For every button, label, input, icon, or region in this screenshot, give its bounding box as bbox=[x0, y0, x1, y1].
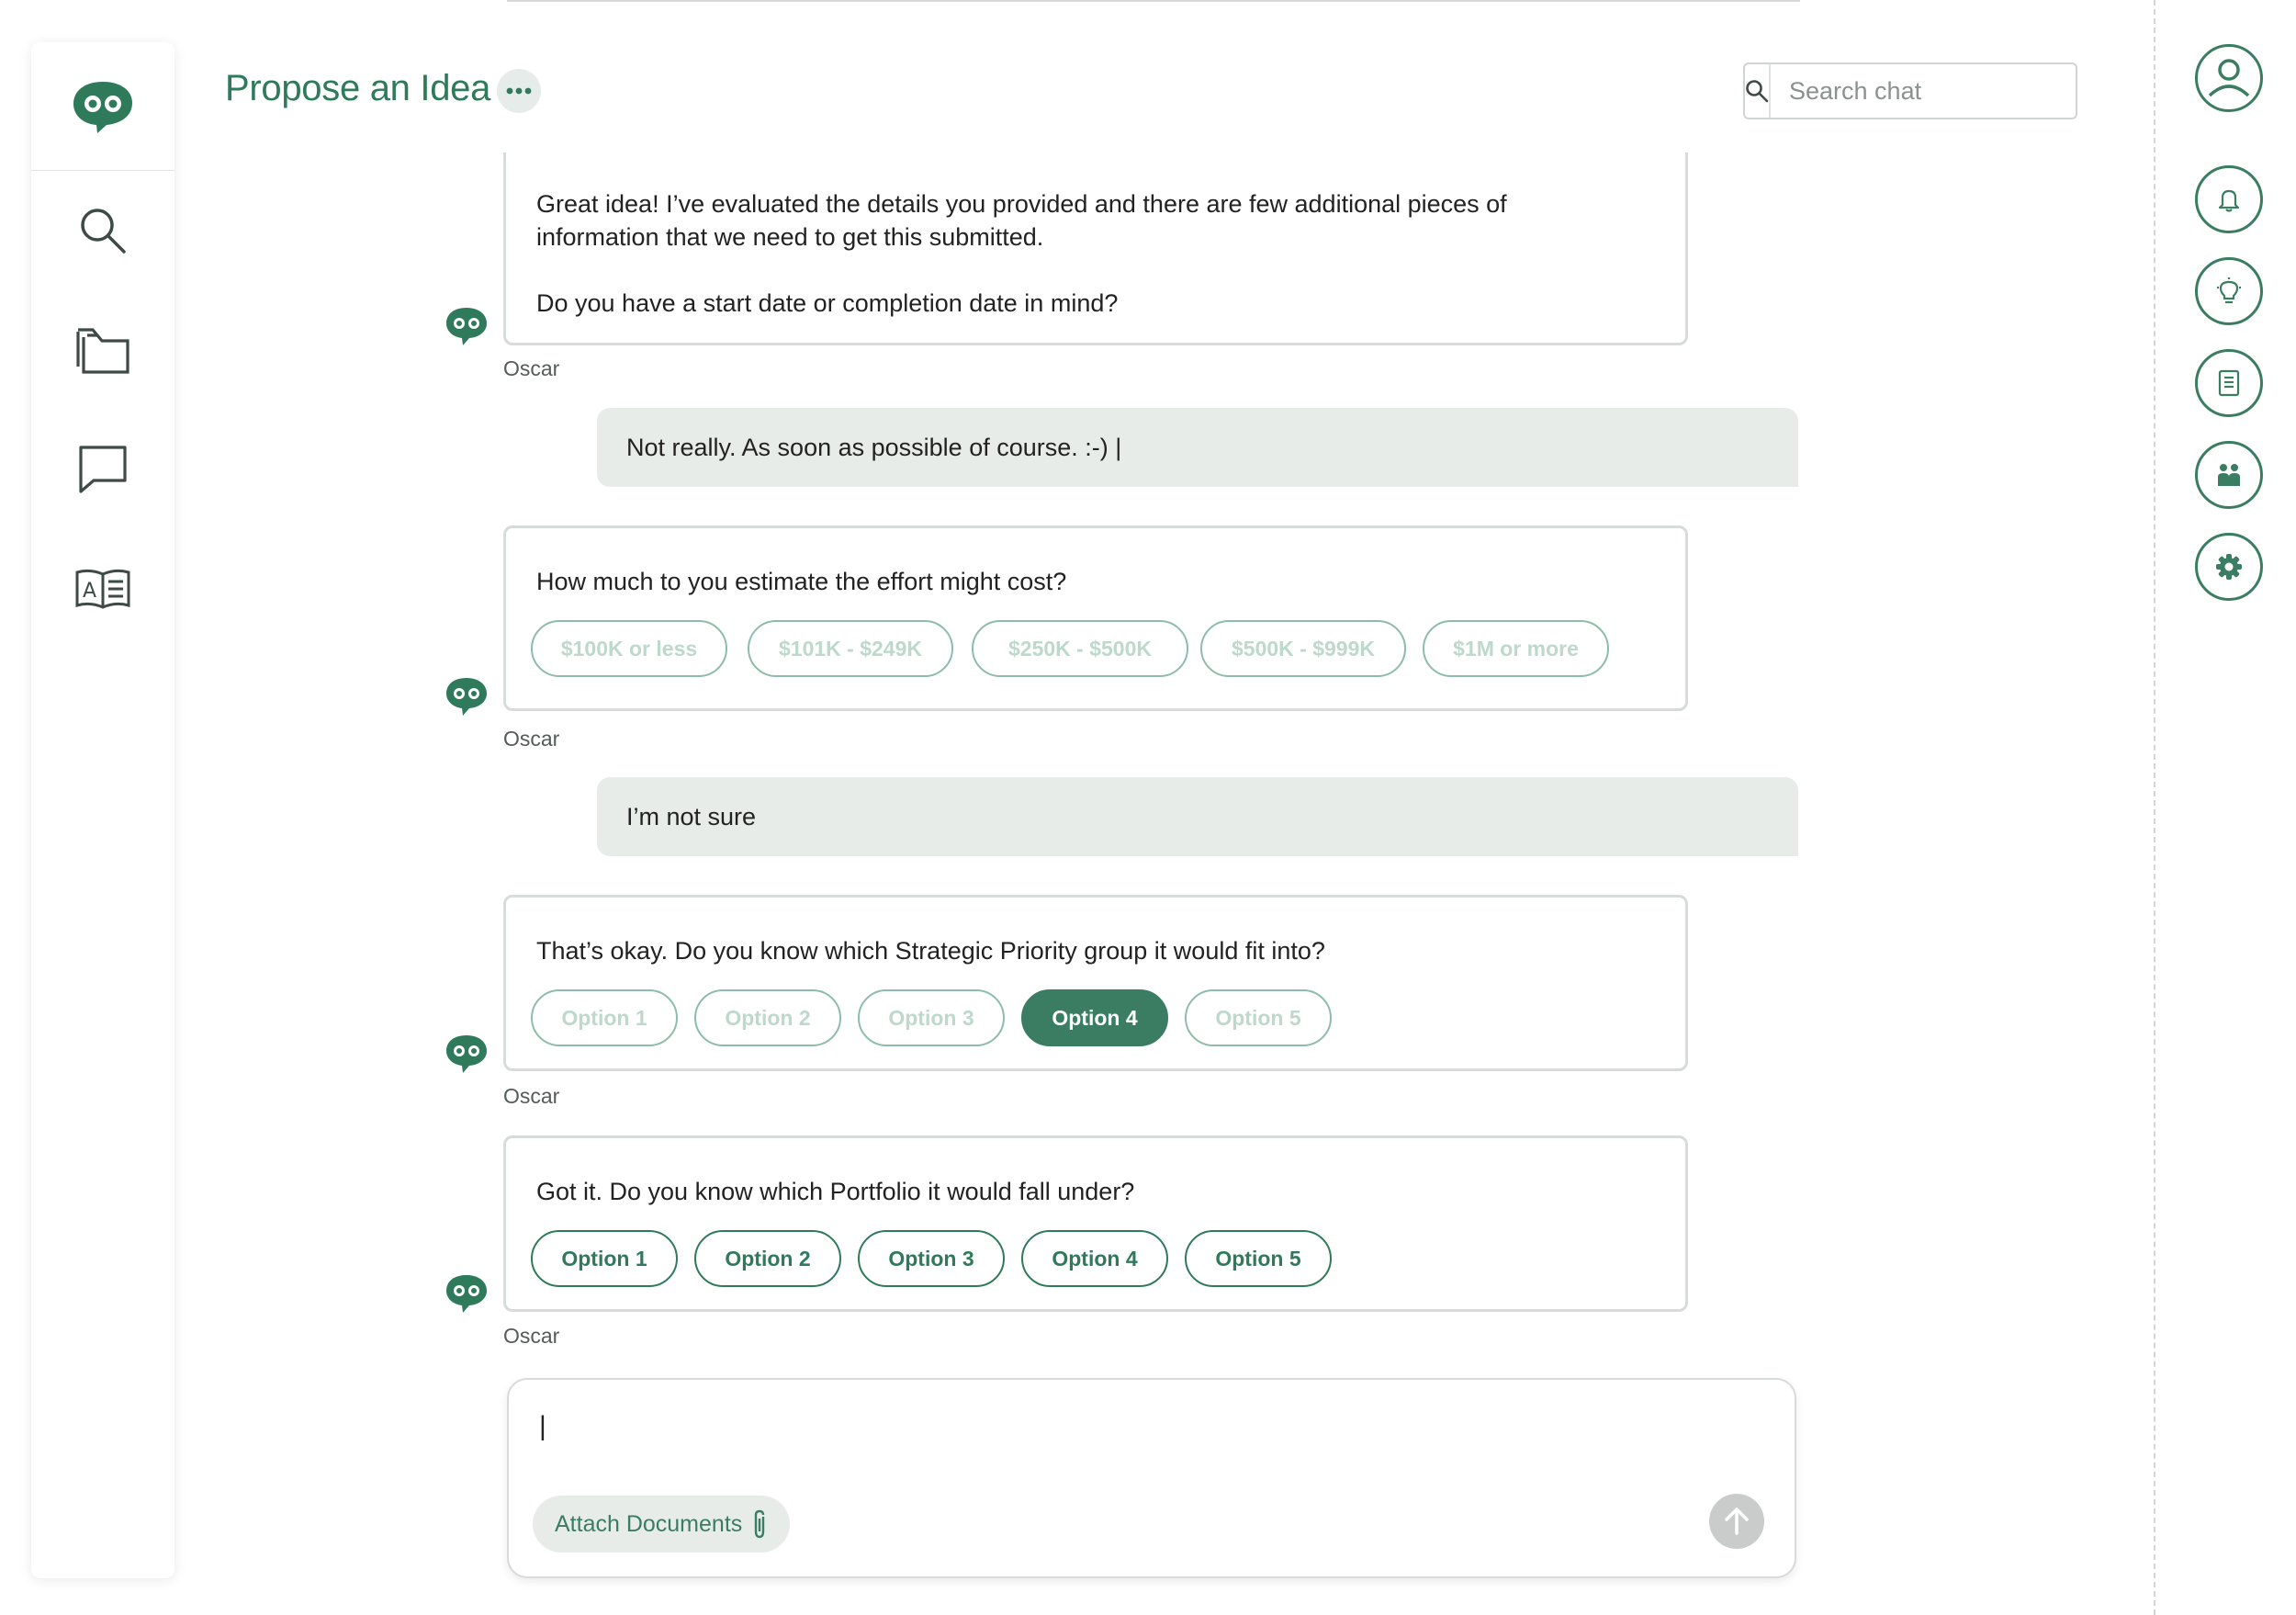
svg-text:A: A bbox=[83, 580, 96, 603]
documents-button[interactable] bbox=[2195, 349, 2263, 417]
cost-option-chip[interactable]: $500K - $999K bbox=[1200, 620, 1406, 677]
bot-message-card: That’s okay. Do you know which Strategic… bbox=[503, 895, 1688, 1071]
search-icon bbox=[81, 209, 126, 254]
strategic-priority-option-chip[interactable]: Option 3 bbox=[858, 989, 1005, 1046]
bell-icon bbox=[2218, 189, 2240, 212]
cost-option-chip[interactable]: $100K or less bbox=[531, 620, 727, 677]
bot-message-text: That’s okay. Do you know which Strategic… bbox=[536, 937, 1325, 965]
attach-documents-button[interactable]: Attach Documents bbox=[533, 1496, 791, 1553]
arrow-up-icon bbox=[1725, 1508, 1749, 1535]
user-message-bubble: I’m not sure bbox=[597, 777, 1798, 856]
portfolio-option-chip[interactable]: Option 2 bbox=[694, 1230, 841, 1287]
more-options-button[interactable] bbox=[497, 69, 541, 113]
cost-option-chip[interactable]: $101K - $249K bbox=[748, 620, 953, 677]
document-icon bbox=[2218, 369, 2240, 397]
lightbulb-icon bbox=[2217, 277, 2241, 304]
bot-message-card: Great idea! I’ve evaluated the details y… bbox=[503, 152, 1688, 345]
bot-avatar-icon bbox=[446, 1035, 487, 1073]
folder-icon bbox=[76, 328, 129, 374]
profile-button[interactable] bbox=[2195, 44, 2263, 112]
bot-avatar-icon bbox=[446, 308, 487, 345]
sender-name: Oscar bbox=[503, 1324, 560, 1348]
attach-documents-label: Attach Documents bbox=[555, 1510, 743, 1537]
nav-folders[interactable] bbox=[31, 290, 174, 410]
portfolio-option-chip[interactable]: Option 3 bbox=[858, 1230, 1005, 1287]
bot-avatar-icon bbox=[446, 678, 487, 716]
right-rail-divider bbox=[2154, 0, 2155, 1615]
gear-icon bbox=[2216, 554, 2242, 580]
sender-name: Oscar bbox=[503, 356, 560, 380]
bot-message-text: How much to you estimate the effort migh… bbox=[536, 568, 1067, 595]
cost-option-chip[interactable]: $1M or more bbox=[1423, 620, 1609, 677]
message-icon bbox=[79, 446, 127, 493]
paperclip-icon bbox=[755, 1509, 765, 1539]
send-button[interactable] bbox=[1709, 1494, 1764, 1549]
sender-name: Oscar bbox=[503, 1084, 560, 1108]
search-chat-input[interactable] bbox=[1771, 64, 2114, 118]
user-profile-icon bbox=[2208, 59, 2250, 97]
ellipsis-icon bbox=[506, 87, 532, 95]
people-icon bbox=[2218, 464, 2240, 486]
ideas-button[interactable] bbox=[2195, 257, 2263, 325]
bot-avatar-icon bbox=[446, 1275, 487, 1313]
bot-message-text: Got it. Do you know which Portfolio it w… bbox=[536, 1178, 1135, 1205]
strategic-priority-option-chip-selected[interactable]: Option 4 bbox=[1021, 989, 1168, 1046]
search-chat-box bbox=[1743, 62, 2114, 119]
bot-message-text: Great idea! I’ve evaluated the details y… bbox=[536, 190, 1507, 218]
strategic-priority-option-chip[interactable]: Option 5 bbox=[1185, 989, 1332, 1046]
user-message-bubble: Not really. As soon as possible of cours… bbox=[597, 408, 1798, 487]
app-logo[interactable] bbox=[31, 42, 174, 171]
nav-search[interactable] bbox=[31, 171, 174, 290]
bot-message-text: Do you have a start date or completion d… bbox=[536, 289, 1119, 317]
portfolio-option-chip[interactable]: Option 5 bbox=[1185, 1230, 1332, 1287]
strategic-priority-option-chip[interactable]: Option 2 bbox=[694, 989, 841, 1046]
top-divider bbox=[507, 0, 1800, 2]
portfolio-option-chip[interactable]: Option 1 bbox=[531, 1230, 678, 1287]
search-icon bbox=[1745, 64, 1771, 118]
bot-message-text: information that we need to get this sub… bbox=[536, 223, 1044, 251]
bot-message-card: How much to you estimate the effort migh… bbox=[503, 525, 1688, 711]
settings-button[interactable] bbox=[2195, 533, 2263, 601]
left-navigation: A bbox=[31, 42, 174, 1578]
message-composer[interactable]: | Attach Documents bbox=[507, 1378, 1796, 1578]
chat-logo-icon bbox=[73, 81, 132, 133]
page-title: Propose an Idea bbox=[225, 68, 491, 108]
composer-text-input[interactable]: | bbox=[539, 1411, 546, 1442]
notifications-button[interactable] bbox=[2195, 165, 2263, 233]
nav-knowledge-base[interactable]: A bbox=[31, 529, 174, 649]
portfolio-option-chip[interactable]: Option 4 bbox=[1021, 1230, 1168, 1287]
book-icon: A bbox=[75, 569, 130, 609]
people-button[interactable] bbox=[2195, 441, 2263, 509]
sender-name: Oscar bbox=[503, 727, 560, 751]
strategic-priority-option-chip[interactable]: Option 1 bbox=[531, 989, 678, 1046]
nav-messages[interactable] bbox=[31, 410, 174, 529]
cost-option-chip[interactable]: $250K - $500K bbox=[972, 620, 1188, 677]
bot-message-card: Got it. Do you know which Portfolio it w… bbox=[503, 1135, 1688, 1312]
